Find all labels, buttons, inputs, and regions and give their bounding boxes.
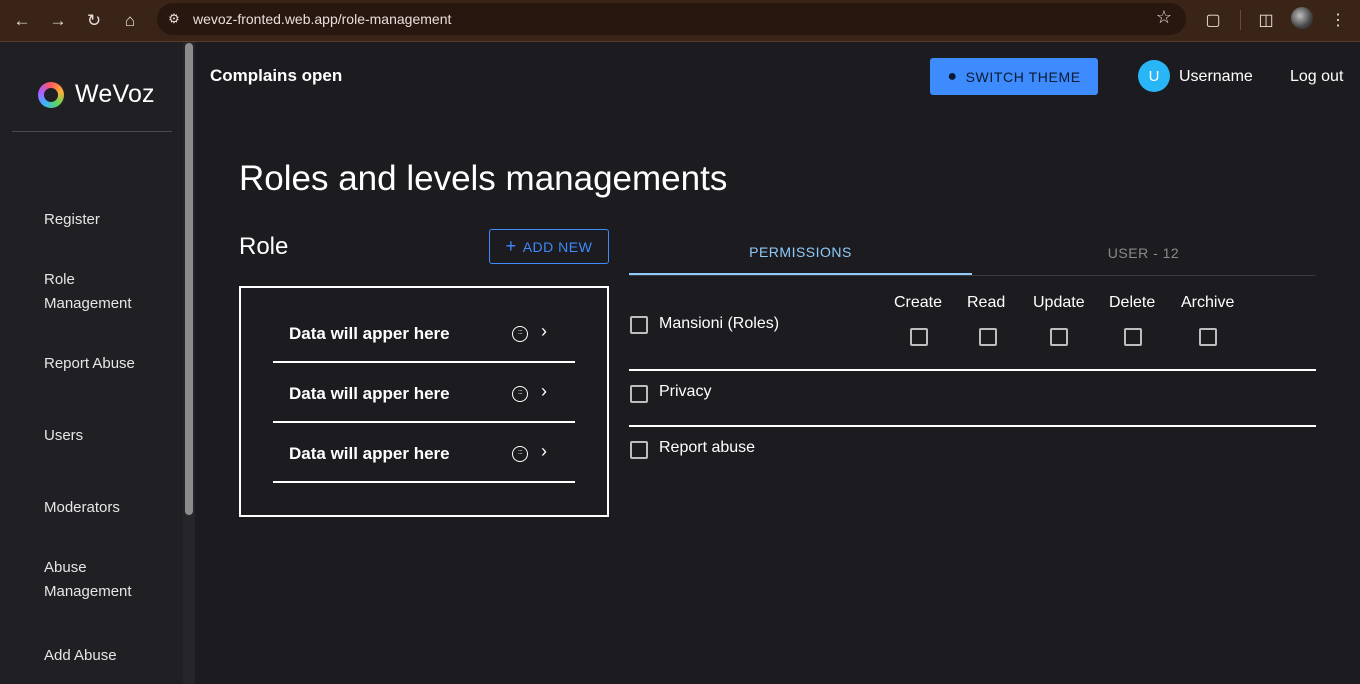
- sidebar-item-role-management[interactable]: Role Management: [44, 268, 154, 316]
- sidebar-item-register[interactable]: Register: [44, 208, 164, 232]
- create-checkbox[interactable]: [910, 328, 928, 346]
- sidebar-divider: [12, 131, 172, 132]
- permission-checkbox-privacy[interactable]: [630, 385, 648, 403]
- permission-checkbox-report-abuse[interactable]: [630, 441, 648, 459]
- topbar-title: Complains open: [210, 66, 343, 85]
- toolbar-divider: [1240, 10, 1241, 30]
- logout-link[interactable]: Log out: [1290, 68, 1343, 86]
- permission-label-privacy: Privacy: [659, 383, 712, 400]
- column-header-create: Create: [894, 294, 943, 311]
- side-panel-icon[interactable]: ◫: [1254, 8, 1278, 32]
- sidebar-item-users[interactable]: Users: [44, 424, 164, 448]
- page-title: Roles and levels managements: [239, 159, 728, 198]
- column-header-delete: Delete: [1109, 294, 1156, 311]
- role-item-label: Data will apper here: [289, 384, 450, 403]
- site-settings-icon[interactable]: ⚙: [165, 10, 183, 28]
- role-heading: Role: [239, 233, 289, 260]
- browser-menu-icon[interactable]: ⋮: [1326, 8, 1350, 32]
- wevoz-logo-icon: [38, 81, 64, 108]
- browser-toolbar: ← → ↻ ⌂ ⚙ wevoz-fronted.web.app/role-man…: [0, 0, 1360, 42]
- reload-icon[interactable]: ↻: [81, 8, 107, 34]
- row-divider: [629, 425, 1316, 427]
- role-list: Data will apper here ::: › Data will app…: [239, 286, 609, 517]
- bookmark-star-icon[interactable]: ☆: [1156, 7, 1172, 28]
- address-bar[interactable]: ⚙ wevoz-fronted.web.app/role-management …: [157, 3, 1186, 35]
- back-icon[interactable]: ←: [9, 8, 35, 34]
- chevron-right-icon[interactable]: ›: [541, 321, 547, 342]
- row-divider: [629, 369, 1316, 371]
- home-icon[interactable]: ⌂: [117, 8, 143, 34]
- tab-permissions[interactable]: PERMISSIONS: [629, 231, 972, 275]
- logo[interactable]: WeVoz: [38, 80, 155, 109]
- scrollbar-thumb[interactable]: [185, 43, 193, 515]
- update-checkbox[interactable]: [1050, 328, 1068, 346]
- add-new-button[interactable]: + ADD NEW: [489, 229, 609, 264]
- switch-theme-button[interactable]: ● SWITCH THEME: [930, 58, 1098, 95]
- sidebar: WeVoz Register Role Management Report Ab…: [0, 42, 183, 684]
- logo-text: WeVoz: [75, 80, 155, 108]
- delete-checkbox[interactable]: [1124, 328, 1142, 346]
- sidebar-scrollbar[interactable]: [183, 42, 195, 684]
- column-header-archive: Archive: [1181, 294, 1235, 311]
- column-header-read: Read: [967, 294, 1006, 311]
- archive-checkbox[interactable]: [1199, 328, 1217, 346]
- role-options-icon[interactable]: :::: [512, 446, 528, 462]
- role-options-icon[interactable]: :::: [512, 326, 528, 342]
- avatar[interactable]: U: [1138, 60, 1170, 92]
- app-root: WeVoz Register Role Management Report Ab…: [0, 42, 1360, 684]
- sidebar-item-add-abuse[interactable]: Add Abuse: [44, 644, 164, 668]
- chevron-right-icon[interactable]: ›: [541, 441, 547, 462]
- sidebar-item-report-abuse[interactable]: Report Abuse: [44, 352, 164, 376]
- role-list-item[interactable]: Data will apper here ::: ›: [273, 303, 575, 363]
- column-header-update: Update: [1033, 294, 1085, 311]
- sidebar-item-moderators[interactable]: Moderators: [44, 496, 164, 520]
- profile-avatar-icon[interactable]: [1291, 7, 1313, 29]
- forward-icon[interactable]: →: [45, 8, 71, 34]
- add-new-label: ADD NEW: [522, 238, 593, 255]
- role-list-item[interactable]: Data will apper here ::: ›: [273, 363, 575, 423]
- role-options-icon[interactable]: :::: [512, 386, 528, 402]
- sidebar-item-abuse-management[interactable]: Abuse Management: [44, 556, 154, 604]
- read-checkbox[interactable]: [979, 328, 997, 346]
- role-item-label: Data will apper here: [289, 324, 450, 343]
- extensions-icon[interactable]: ▢: [1201, 8, 1225, 32]
- permission-checkbox-roles[interactable]: [630, 316, 648, 334]
- username: Username: [1179, 68, 1253, 85]
- chevron-right-icon[interactable]: ›: [541, 381, 547, 402]
- url-text[interactable]: wevoz-fronted.web.app/role-management: [193, 11, 451, 27]
- switch-theme-label: SWITCH THEME: [965, 68, 1081, 85]
- permission-label-roles: Mansioni (Roles): [659, 315, 780, 332]
- plus-icon: +: [505, 236, 517, 256]
- role-item-label: Data will apper here: [289, 444, 450, 463]
- role-list-item[interactable]: Data will apper here ::: ›: [273, 423, 575, 483]
- palette-icon: ●: [947, 67, 958, 85]
- tab-bar: PERMISSIONS USER - 12: [629, 231, 1316, 276]
- permission-label-report-abuse: Report abuse: [659, 439, 756, 456]
- tab-user[interactable]: USER - 12: [972, 231, 1315, 275]
